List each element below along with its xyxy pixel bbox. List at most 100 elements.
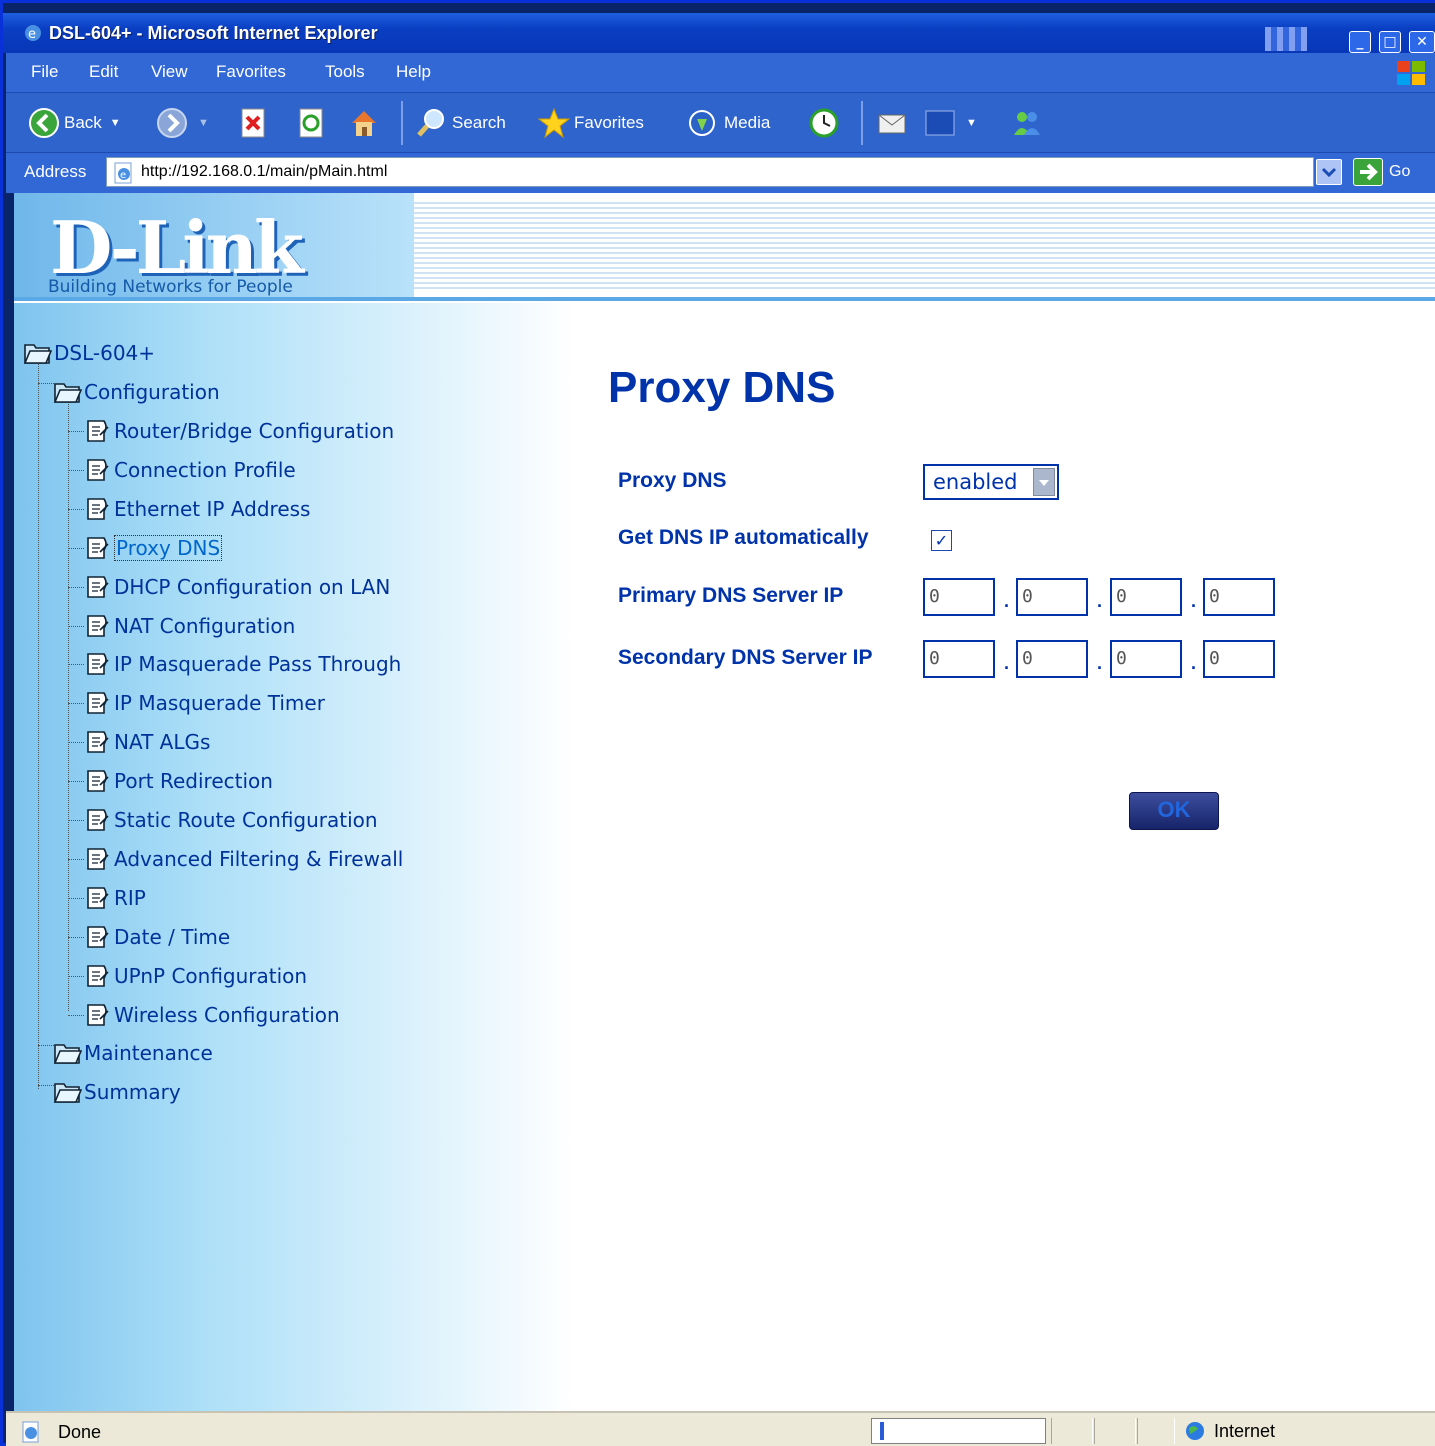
page-icon <box>82 806 112 834</box>
menu-view[interactable]: View <box>151 62 188 82</box>
svg-text:e: e <box>28 27 36 42</box>
history-button[interactable] <box>808 107 844 139</box>
page-icon <box>82 845 112 873</box>
primary-dns-octet-3[interactable]: 0 <box>1110 578 1182 616</box>
forward-button[interactable]: ▼ <box>156 107 209 139</box>
tree-item-rip[interactable]: RIP <box>82 884 146 912</box>
title-decoration <box>1265 27 1307 51</box>
tree-item-label: Maintenance <box>84 1041 213 1065</box>
sidebar-background <box>14 193 574 1411</box>
secondary-dns-octet-4[interactable]: 0 <box>1203 640 1275 678</box>
tree-item-label: DHCP Configuration on LAN <box>114 574 391 599</box>
tree-item-label: Ethernet IP Address <box>114 496 311 521</box>
tree-item-connection-profile[interactable]: Connection Profile <box>82 456 296 484</box>
refresh-button[interactable] <box>296 107 332 139</box>
auto-dns-checkbox[interactable]: ✓ <box>931 530 952 551</box>
print-dropdown-icon[interactable]: ▼ <box>966 117 977 129</box>
tree-folder-configuration[interactable]: Configuration <box>52 378 220 406</box>
search-icon <box>417 109 444 137</box>
back-arrow-icon <box>29 108 59 138</box>
tree-item-label: Port Redirection <box>114 769 273 794</box>
page-title: Proxy DNS <box>608 363 836 412</box>
page-icon <box>82 884 112 912</box>
chevron-down-icon <box>1321 167 1337 178</box>
search-button[interactable]: Search <box>416 107 506 139</box>
tree-item-router-bridge-configuration[interactable]: Router/Bridge Configuration <box>82 417 394 445</box>
page-icon <box>82 689 112 717</box>
page-icon <box>82 534 112 562</box>
stop-button[interactable] <box>238 107 274 139</box>
minimize-button[interactable]: _ <box>1349 31 1371 53</box>
star-icon <box>538 107 570 139</box>
folder-icon <box>52 378 83 406</box>
tree-item-port-redirection[interactable]: Port Redirection <box>82 767 273 795</box>
tree-item-label: Proxy DNS <box>114 534 223 561</box>
menu-favorites[interactable]: Favorites <box>216 62 286 82</box>
back-button[interactable]: Back ▼ <box>28 107 121 139</box>
tree-item-label: Summary <box>84 1080 181 1104</box>
tree-folder-summary[interactable]: Summary <box>52 1078 181 1106</box>
tree-item-ethernet-ip-address[interactable]: Ethernet IP Address <box>82 495 310 523</box>
back-dropdown-icon[interactable]: ▼ <box>110 117 121 129</box>
tree-item-upnp-configuration[interactable]: UPnP Configuration <box>82 962 307 990</box>
header-stripes <box>394 199 1435 291</box>
messenger-button[interactable] <box>1011 107 1047 139</box>
page-content: D-Link Building Networks for People DSL-… <box>14 193 1435 1411</box>
favorites-button[interactable]: Favorites <box>538 107 644 139</box>
close-button[interactable]: ✕ <box>1409 31 1435 53</box>
ip-dot: . <box>1191 591 1197 611</box>
tree-item-nat-configuration[interactable]: NAT Configuration <box>82 612 295 640</box>
ip-dot: . <box>1097 653 1103 673</box>
address-input[interactable] <box>141 161 1291 183</box>
menu-file[interactable]: File <box>31 62 58 82</box>
tree-item-dhcp-configuration-on-lan[interactable]: DHCP Configuration on LAN <box>82 573 390 601</box>
media-label: Media <box>724 113 771 132</box>
primary-dns-octet-2[interactable]: 0 <box>1016 578 1088 616</box>
home-button[interactable] <box>348 107 384 139</box>
globe-icon <box>1186 1422 1204 1440</box>
page-done-icon <box>22 1421 39 1443</box>
maximize-button[interactable]: □ <box>1379 31 1401 53</box>
tree-connector <box>68 858 84 860</box>
status-pane <box>1137 1418 1175 1444</box>
tree-connector <box>68 742 84 744</box>
tree-item-date-time[interactable]: Date / Time <box>82 923 230 951</box>
menu-edit[interactable]: Edit <box>89 62 118 82</box>
folder-icon <box>22 339 53 367</box>
tree-root-dsl604[interactable]: DSL-604+ <box>22 339 155 367</box>
mail-button[interactable] <box>876 107 912 139</box>
ip-dot: . <box>1004 591 1010 611</box>
menu-help[interactable]: Help <box>396 62 431 82</box>
tree-connector <box>68 781 84 783</box>
address-field[interactable]: e <box>106 157 1314 187</box>
print-button[interactable]: ▼ <box>924 107 977 139</box>
primary-dns-octet-1[interactable]: 0 <box>923 578 995 616</box>
ip-dot: . <box>1191 653 1197 673</box>
tree-item-label: Configuration <box>84 380 220 404</box>
page-icon <box>82 456 112 484</box>
ok-button[interactable]: OK <box>1129 792 1219 830</box>
dropdown-arrow-icon[interactable] <box>1033 468 1055 496</box>
tree-item-label: Wireless Configuration <box>114 1002 340 1027</box>
secondary-dns-octet-2[interactable]: 0 <box>1016 640 1088 678</box>
forward-dropdown-icon: ▼ <box>198 117 209 129</box>
tree-item-ip-masquerade-pass-through[interactable]: IP Masquerade Pass Through <box>82 650 401 678</box>
tree-folder-maintenance[interactable]: Maintenance <box>52 1039 213 1067</box>
proxy-dns-select[interactable]: enabled <box>923 464 1059 500</box>
secondary-dns-octet-1[interactable]: 0 <box>923 640 995 678</box>
tree-item-static-route-configuration[interactable]: Static Route Configuration <box>82 806 378 834</box>
tree-item-ip-masquerade-timer[interactable]: IP Masquerade Timer <box>82 689 325 717</box>
media-button[interactable]: Media <box>688 107 770 139</box>
tree-item-advanced-filtering-firewall[interactable]: Advanced Filtering & Firewall <box>82 845 403 873</box>
tree-item-wireless-configuration[interactable]: Wireless Configuration <box>82 1001 340 1029</box>
primary-dns-octet-4[interactable]: 0 <box>1203 578 1275 616</box>
home-icon <box>352 111 376 136</box>
tree-item-nat-algs[interactable]: NAT ALGs <box>82 728 210 756</box>
browser-window: e DSL-604+ - Microsoft Internet Explorer… <box>0 0 1435 1446</box>
secondary-dns-octet-3[interactable]: 0 <box>1110 640 1182 678</box>
mail-icon <box>878 114 906 134</box>
address-dropdown-button[interactable] <box>1316 159 1342 185</box>
menu-tools[interactable]: Tools <box>325 62 365 82</box>
tree-item-proxy-dns[interactable]: Proxy DNS <box>82 534 223 562</box>
go-button[interactable]: Go <box>1353 158 1410 186</box>
